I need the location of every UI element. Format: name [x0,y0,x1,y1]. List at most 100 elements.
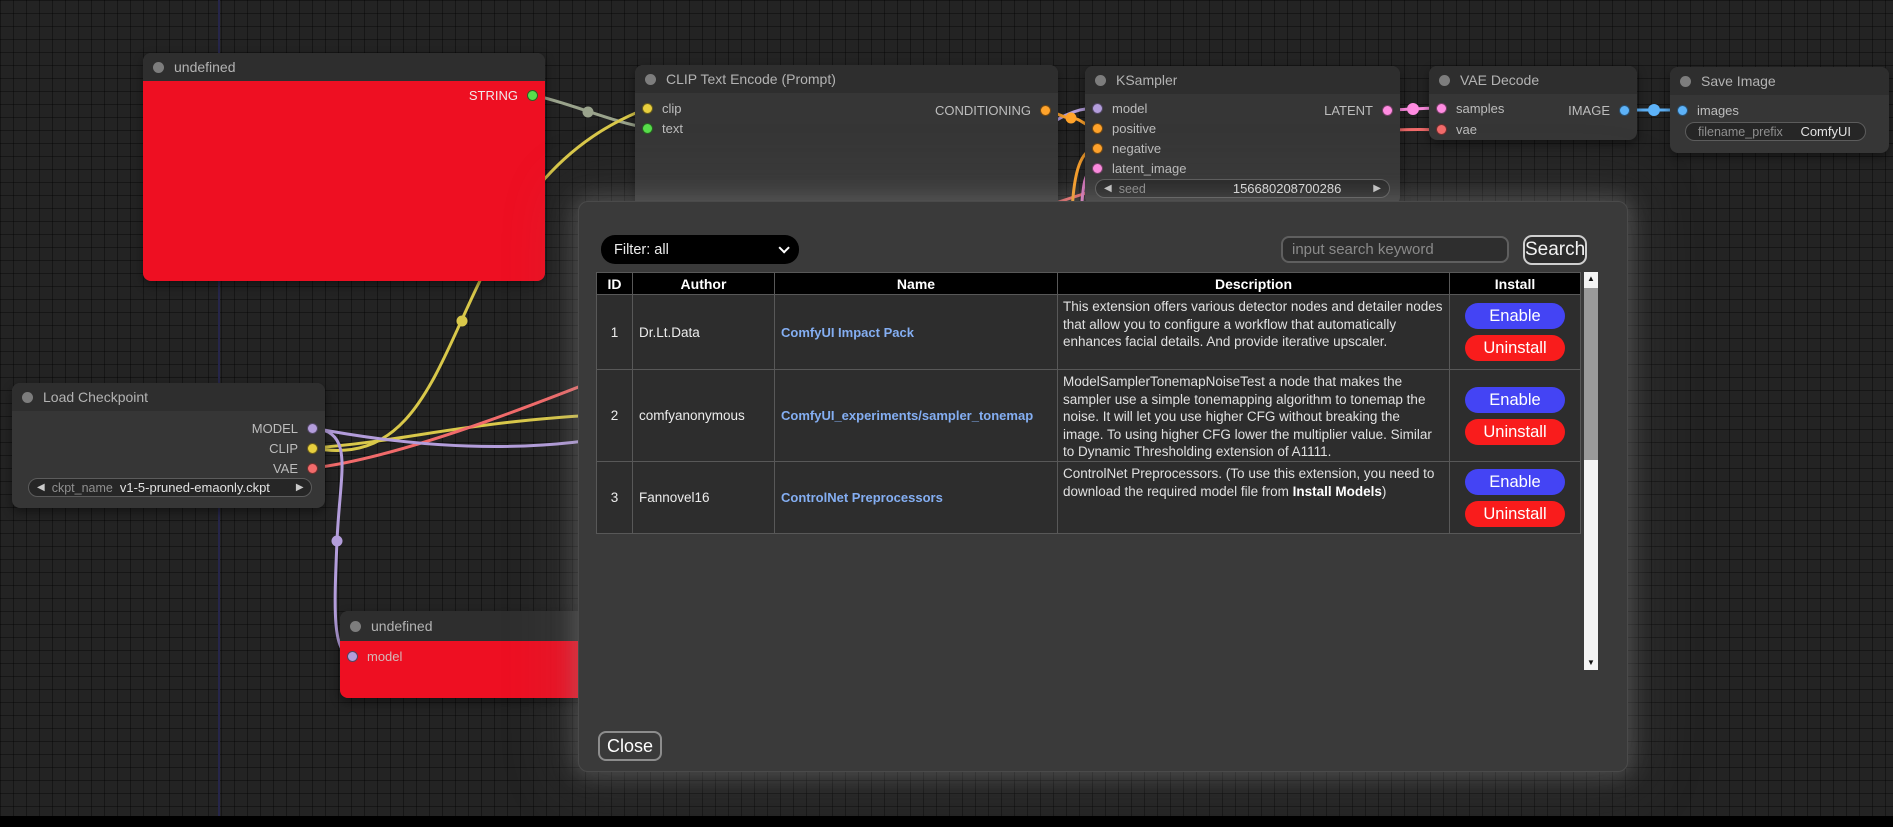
node-vae-decode[interactable]: VAE Decode samples vae IMAGE [1429,66,1637,140]
slot-dot[interactable] [307,443,318,454]
slot-dot[interactable] [642,123,653,134]
slot-label: model [1112,101,1147,116]
slot-dot[interactable] [307,423,318,434]
input-slot-model[interactable]: model [347,648,402,664]
input-slot-samples[interactable]: samples [1436,100,1504,116]
input-slot-images[interactable]: images [1677,102,1739,118]
ckpt-name-widget[interactable]: ◀ ckpt_name v1-5-pruned-emaonly.ckpt ▶ [28,478,312,497]
search-button[interactable]: Search [1523,235,1587,265]
output-slot-model[interactable]: MODEL [252,420,318,436]
slot-dot[interactable] [1040,105,1051,116]
decrement-arrow-icon[interactable]: ◀ [1104,183,1112,194]
output-slot-string[interactable]: STRING [469,87,538,103]
slot-dot[interactable] [1436,124,1447,135]
extension-link[interactable]: ControlNet Preprocessors [781,490,943,505]
slot-label: IMAGE [1568,103,1610,118]
widget-label: ckpt_name [52,481,113,495]
node-header[interactable]: CLIP Text Encode (Prompt) [635,65,1058,93]
slot-dot[interactable] [1619,105,1630,116]
node-header[interactable]: Save Image [1670,67,1889,95]
search-input[interactable] [1281,236,1509,263]
scrollbar-up-arrow-icon[interactable]: ▲ [1584,272,1598,286]
increment-arrow-icon[interactable]: ▶ [296,482,304,493]
node-save-image[interactable]: Save Image images filename_prefix ComfyU… [1670,67,1889,153]
node-collapse-dot[interactable] [1439,75,1450,86]
filename-prefix-widget[interactable]: filename_prefix ComfyUI [1685,122,1866,141]
uninstall-button[interactable]: Uninstall [1465,419,1565,445]
slot-dot[interactable] [1092,163,1103,174]
node-clip-text-encode[interactable]: CLIP Text Encode (Prompt) clip text COND… [635,65,1058,210]
slot-label: positive [1112,121,1156,136]
slot-dot[interactable] [1382,105,1393,116]
slot-dot[interactable] [347,651,358,662]
node-undefined-bottom[interactable]: undefined model [340,611,590,698]
node-header[interactable]: undefined [143,53,545,81]
slot-dot[interactable] [1092,143,1103,154]
slot-label: CONDITIONING [935,103,1031,118]
extension-link[interactable]: ComfyUI_experiments/sampler_tonemap [781,408,1033,423]
enable-button[interactable]: Enable [1465,469,1565,495]
input-slot-text[interactable]: text [642,120,683,136]
slot-label: STRING [469,88,518,103]
slot-dot[interactable] [307,463,318,474]
node-header[interactable]: KSampler [1085,66,1400,94]
slot-dot[interactable] [642,103,653,114]
enable-button[interactable]: Enable [1465,303,1565,329]
slot-label: vae [1456,122,1477,137]
seed-widget[interactable]: ◀ seed 156680208700286 ▶ [1095,179,1390,198]
scrollbar-thumb[interactable] [1584,288,1598,460]
close-button[interactable]: Close [598,731,662,761]
slot-label: VAE [273,461,298,476]
node-title: KSampler [1116,72,1177,88]
slot-label: CLIP [269,441,298,456]
node-load-checkpoint[interactable]: Load Checkpoint MODEL CLIP VAE ◀ ckpt_na… [12,383,325,508]
wire-junction-dot [1648,104,1660,116]
node-collapse-dot[interactable] [645,74,656,85]
node-ksampler[interactable]: KSampler model positive negative latent_… [1085,66,1400,205]
scrollbar-down-arrow-icon[interactable]: ▼ [1584,656,1598,670]
comfyui-canvas[interactable]: { "colors": { "node_error_bg": "#ee0f22"… [0,0,1893,827]
wire-junction-dot [332,536,343,547]
decrement-arrow-icon[interactable]: ◀ [37,482,45,493]
wire-junction-dot [457,316,468,327]
node-header[interactable]: VAE Decode [1429,66,1637,94]
node-collapse-dot[interactable] [350,621,361,632]
input-slot-vae[interactable]: vae [1436,121,1477,137]
output-slot-image[interactable]: IMAGE [1568,102,1630,118]
input-slot-positive[interactable]: positive [1092,120,1156,136]
node-collapse-dot[interactable] [1680,76,1691,87]
slot-dot[interactable] [1677,105,1688,116]
uninstall-button[interactable]: Uninstall [1465,335,1565,361]
node-title: undefined [174,59,236,75]
slot-dot[interactable] [1092,123,1103,134]
output-slot-vae[interactable]: VAE [273,460,318,476]
input-slot-latent-image[interactable]: latent_image [1092,160,1186,176]
extension-link[interactable]: ComfyUI Impact Pack [781,325,914,340]
increment-arrow-icon[interactable]: ▶ [1373,183,1381,194]
table-scrollbar[interactable]: ▲ ▼ [1584,272,1598,670]
node-title: VAE Decode [1460,72,1539,88]
node-collapse-dot[interactable] [22,392,33,403]
filter-select[interactable]: Filter: all [601,235,799,264]
chevron-down-icon [778,242,789,253]
input-slot-negative[interactable]: negative [1092,140,1161,156]
enable-button[interactable]: Enable [1465,387,1565,413]
node-header[interactable]: Load Checkpoint [12,383,325,411]
slot-label: model [367,649,402,664]
input-slot-model[interactable]: model [1092,100,1147,116]
node-collapse-dot[interactable] [153,62,164,73]
filter-select-value: Filter: all [614,242,669,258]
node-undefined-top[interactable]: undefined STRING [143,53,545,281]
slot-dot[interactable] [1092,103,1103,114]
uninstall-button[interactable]: Uninstall [1465,501,1565,527]
output-slot-latent[interactable]: LATENT [1324,102,1393,118]
slot-dot[interactable] [1436,103,1447,114]
node-collapse-dot[interactable] [1095,75,1106,86]
input-slot-clip[interactable]: clip [642,100,682,116]
install-custom-nodes-dialog: Filter: all Search ID Author Name Descri… [578,201,1628,772]
slot-dot[interactable] [527,90,538,101]
column-header-id: ID [597,273,633,295]
node-header[interactable]: undefined [340,611,590,641]
output-slot-conditioning[interactable]: CONDITIONING [935,102,1051,118]
output-slot-clip[interactable]: CLIP [269,440,318,456]
